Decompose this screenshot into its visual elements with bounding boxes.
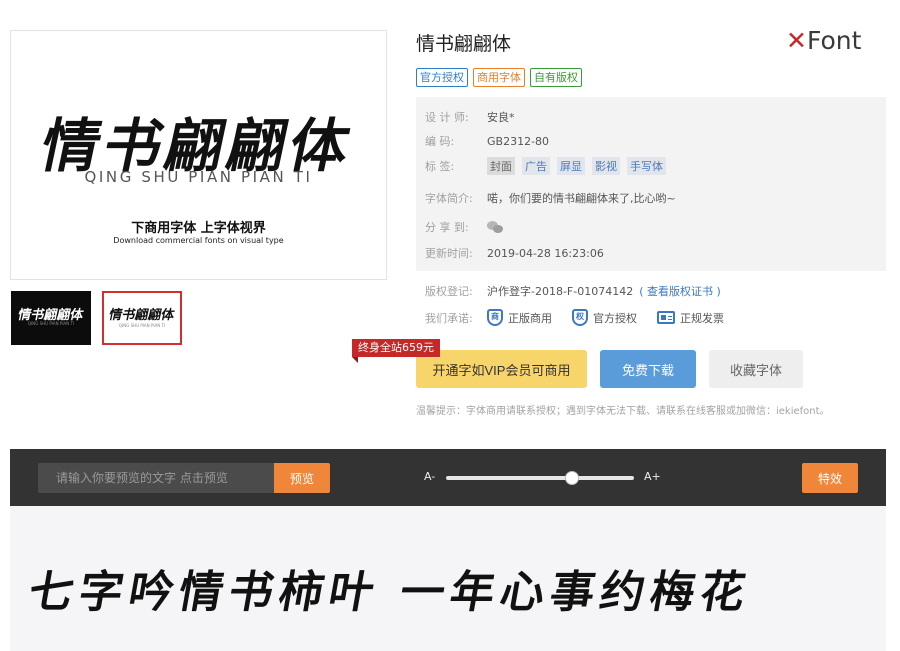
tag-own-copyright: 自有版权: [530, 68, 582, 87]
designer-label: 设 计 师:: [425, 111, 469, 124]
updated-label: 更新时间:: [425, 247, 473, 260]
view-certificate-link[interactable]: ( 查看版权证书 ): [639, 283, 721, 299]
intro-value: 喏，你们要的情书翩翩体来了,比心哟~: [487, 192, 676, 205]
promise-invoice: 正规发票: [657, 310, 724, 326]
copyright-label: 版权登记:: [425, 285, 473, 298]
code-label: 编 码:: [425, 135, 455, 148]
keyword-film[interactable]: 影视: [592, 157, 620, 175]
intro-label: 字体简介:: [425, 192, 473, 205]
preview-image-pinyin: QING SHU PIAN PIAN TI: [84, 168, 313, 186]
brand-name: Font: [806, 26, 862, 55]
thumbnail-sub: QING SHU PIAN PIAN TI: [27, 321, 75, 326]
lifetime-price-badge: 终身全站659元: [352, 339, 440, 363]
promise-invoice-text: 正规发票: [680, 311, 724, 325]
share-row: 分 享 到:: [425, 219, 504, 235]
free-download-button[interactable]: 免费下载: [600, 350, 696, 388]
tag-commercial-font: 商用字体: [473, 68, 525, 87]
genuine-shield-icon: 商: [487, 309, 503, 326]
preview-toolbar: 预览 A- A+ 特效: [10, 449, 886, 506]
keywords-row: 标 签: 封面 广告 屏显 影视 手写体: [425, 157, 673, 175]
promises-label: 我们承诺:: [425, 311, 473, 325]
thumbnail-dark[interactable]: 情书翩翩体 QING SHU PIAN PIAN TI: [11, 291, 91, 345]
intro-row: 字体简介: 喏，你们要的情书翩翩体来了,比心哟~: [425, 190, 676, 206]
updated-row: 更新时间: 2019-04-28 16:23:06: [425, 245, 604, 261]
designer-value: 安良*: [487, 111, 515, 124]
promise-authorized-text: 官方授权: [593, 311, 637, 325]
preview-button[interactable]: 预览: [274, 463, 330, 493]
authorized-shield-icon: 权: [572, 309, 588, 326]
xfont-logo[interactable]: ✕Font: [786, 26, 861, 55]
promise-genuine-text: 正版商用: [508, 311, 552, 325]
copyright-row: 版权登记: 沪作登字-2018-F-01074142 ( 查看版权证书 ): [425, 283, 721, 299]
font-title: 情书翩翩体: [416, 33, 512, 55]
code-row: 编 码: GB2312-80: [425, 133, 549, 149]
promise-genuine: 商 正版商用: [487, 309, 552, 326]
brand-x-mark: ✕: [786, 26, 807, 55]
vip-membership-button[interactable]: 开通字如VIP会员可商用: [416, 350, 587, 388]
preview-image-promo: 下商用字体 上字体视界: [131, 221, 266, 236]
size-slider-handle[interactable]: [564, 471, 579, 485]
wechat-icon[interactable]: [487, 220, 504, 234]
size-slider[interactable]: [446, 471, 634, 485]
preview-text-input[interactable]: [38, 463, 274, 493]
designer-row: 设 计 师: 安良*: [425, 109, 515, 125]
preview-image-promo-en: Download commercial fonts on visual type: [113, 236, 284, 245]
effects-button[interactable]: 特效: [802, 463, 858, 493]
sample-preview-text: 七字吟情书柿叶 一年心事约梅花: [24, 567, 756, 618]
tag-official-license: 官方授权: [416, 68, 468, 87]
collect-font-button[interactable]: 收藏字体: [709, 350, 803, 388]
copyright-value: 沪作登字-2018-F-01074142: [487, 285, 634, 298]
keyword-ads[interactable]: 广告: [522, 157, 550, 175]
thumbnail-title: 情书翩翩体: [107, 308, 176, 323]
promises-row: 我们承诺: 商 正版商用 权 官方授权 正规发票: [425, 309, 744, 326]
code-value: GB2312-80: [487, 134, 550, 148]
keyword-screen[interactable]: 屏显: [557, 157, 585, 175]
share-label: 分 享 到:: [425, 221, 469, 234]
updated-value: 2019-04-28 16:23:06: [487, 246, 604, 260]
thumbnail-light-selected[interactable]: 情书翩翩体 QING SHU PIAN PIAN TI: [102, 291, 182, 345]
invoice-icon: [657, 311, 675, 324]
font-tags: 官方授权 商用字体 自有版权: [416, 68, 582, 87]
keywords-label: 标 签:: [425, 160, 455, 173]
font-preview-image: 情书翩翩体 QING SHU PIAN PIAN TI 下商用字体 上字体视界 …: [10, 30, 387, 280]
sample-preview-area: 七字吟情书柿叶 一年心事约梅花: [10, 506, 886, 651]
size-increase-button[interactable]: A+: [644, 470, 661, 483]
thumbnail-sub: QING SHU PIAN PIAN TI: [118, 323, 166, 328]
warm-tip: 温馨提示：字体商用请联系授权；遇到字体无法下载、请联系在线客服或加微信：ieki…: [416, 406, 830, 417]
keyword-handwriting[interactable]: 手写体: [627, 157, 666, 175]
font-details-panel: 设 计 师: 安良* 编 码: GB2312-80 标 签: 封面 广告 屏显 影视手…: [416, 97, 886, 271]
promise-authorized: 权 官方授权: [572, 309, 637, 326]
keyword-cover[interactable]: 封面: [487, 157, 515, 175]
size-decrease-button[interactable]: A-: [424, 470, 435, 483]
